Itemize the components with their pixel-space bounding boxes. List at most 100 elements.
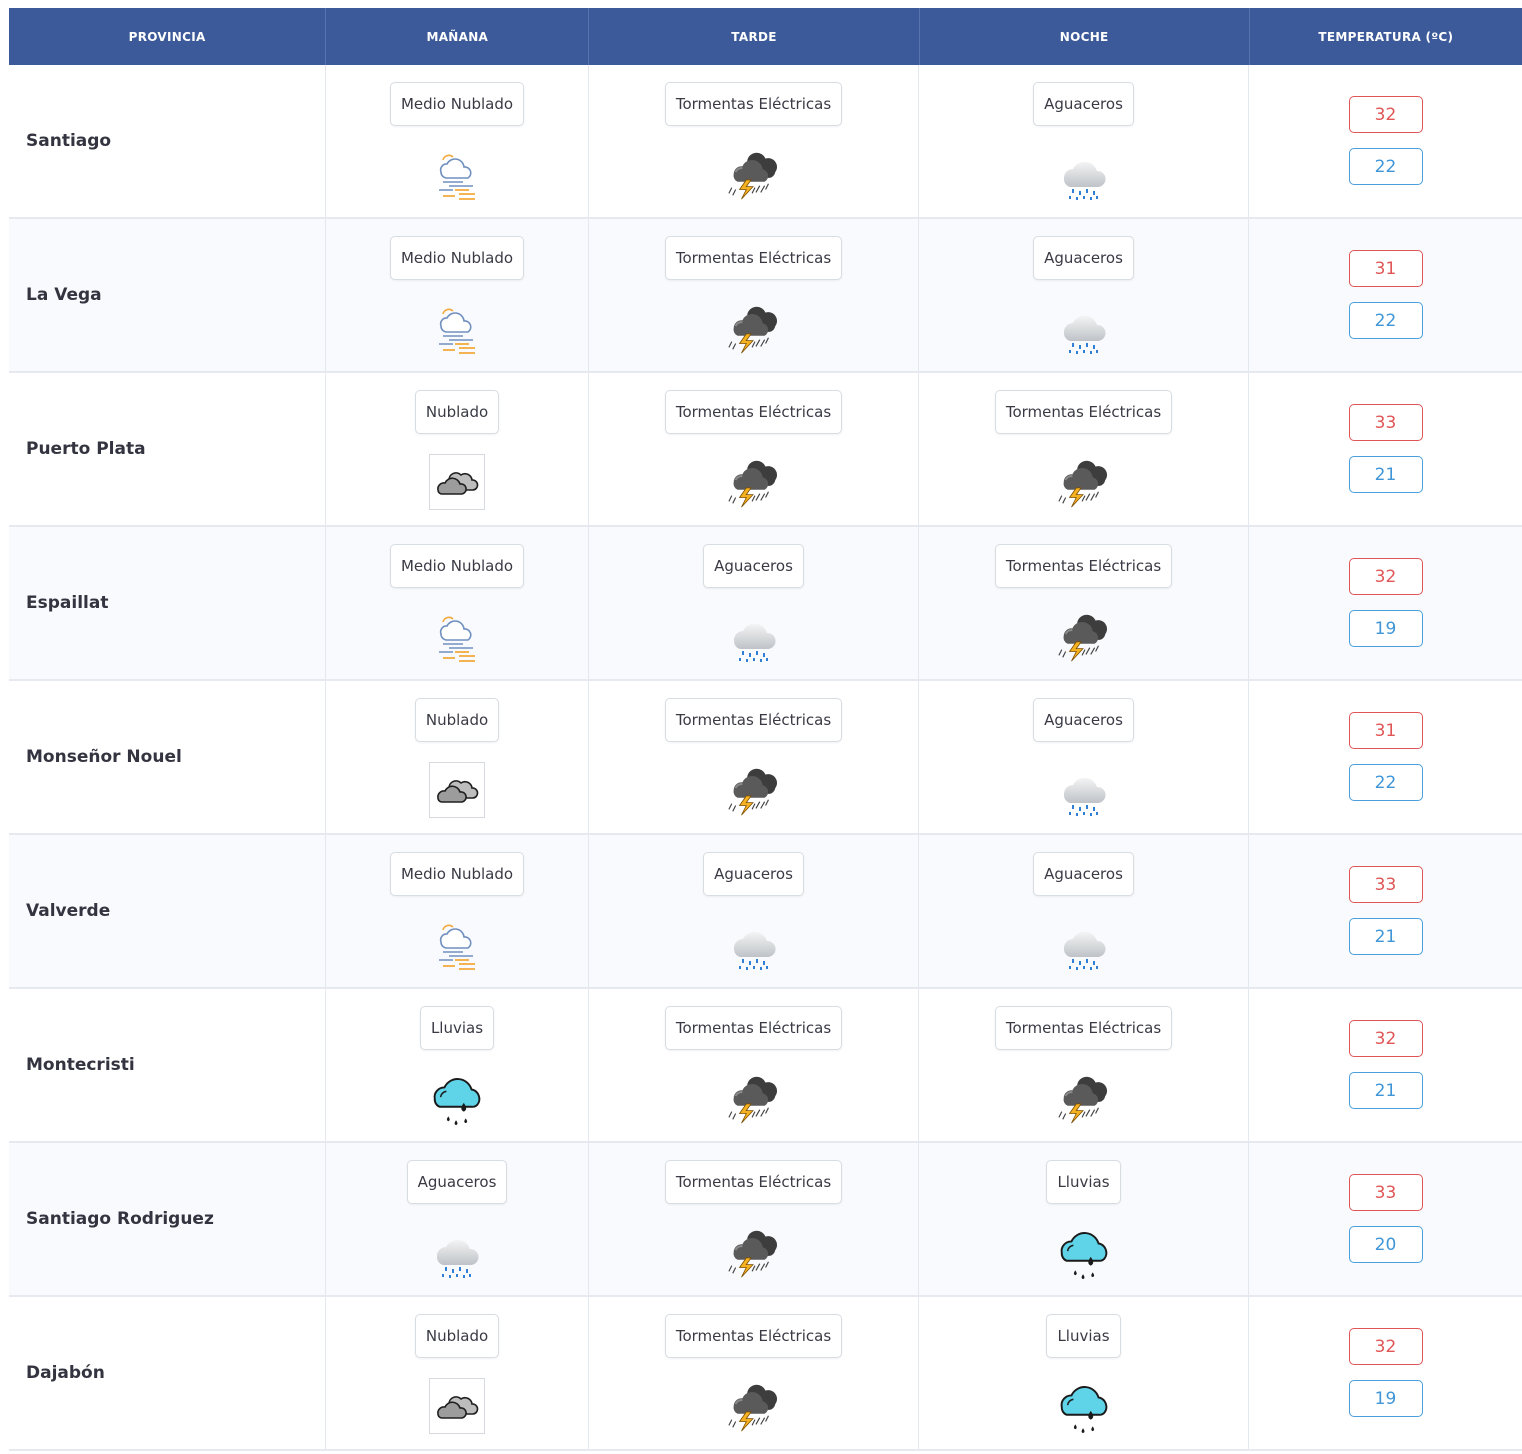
condition-label: Tormentas Eléctricas: [664, 698, 843, 742]
condition-label: Nublado: [414, 1314, 500, 1358]
table-row: Monseñor Nouel Nublado Tormentas Eléctric…: [9, 681, 1522, 835]
condition-cell-tarde: Tormentas Eléctricas: [589, 373, 919, 525]
max-temperature-badge: 33: [1348, 404, 1423, 441]
condition-cell-manana: Lluvias: [326, 989, 589, 1141]
temperature-cell: 31 22: [1249, 219, 1522, 371]
condition-cell-manana: Nublado: [326, 681, 589, 833]
condition-label: Tormentas Eléctricas: [994, 390, 1173, 434]
condition-cell-noche: Tormentas Eléctricas: [919, 989, 1249, 1141]
province-name: Valverde: [9, 835, 326, 987]
condition-cell-manana: Nublado: [326, 1297, 589, 1449]
table-row: Santiago Rodriguez Aguaceros Tormentas El…: [9, 1143, 1522, 1297]
min-temperature-badge: 21: [1348, 918, 1423, 955]
showers-icon: [1056, 764, 1112, 820]
condition-cell-noche: Tormentas Eléctricas: [919, 527, 1249, 679]
showers-icon: [726, 918, 782, 974]
condition-label: Nublado: [414, 698, 500, 742]
table-body: Santiago Medio Nublado Tormentas Eléctric…: [9, 65, 1522, 1451]
thunderstorm-icon: [726, 1226, 782, 1282]
condition-cell-noche: Aguaceros: [919, 681, 1249, 833]
condition-label: Aguaceros: [703, 544, 804, 588]
condition-cell-tarde: Tormentas Eléctricas: [589, 65, 919, 217]
condition-label: Aguaceros: [1033, 236, 1134, 280]
condition-label: Tormentas Eléctricas: [664, 1160, 843, 1204]
showers-icon: [1056, 302, 1112, 358]
max-temperature-badge: 31: [1348, 250, 1423, 287]
showers-icon: [429, 1226, 485, 1282]
thunderstorm-icon: [726, 148, 782, 204]
condition-label: Aguaceros: [1033, 852, 1134, 896]
condition-cell-noche: Aguaceros: [919, 65, 1249, 217]
province-name: Espaillat: [9, 527, 326, 679]
condition-label: Tormentas Eléctricas: [994, 1006, 1173, 1050]
condition-label: Aguaceros: [1033, 82, 1134, 126]
condition-label: Tormentas Eléctricas: [664, 1314, 843, 1358]
temperature-cell: 33 21: [1249, 835, 1522, 987]
condition-cell-tarde: Aguaceros: [589, 527, 919, 679]
thunderstorm-icon: [1056, 456, 1112, 512]
max-temperature-badge: 32: [1348, 1328, 1423, 1365]
thunderstorm-icon: [726, 302, 782, 358]
cloudy-icon: [429, 1378, 485, 1434]
min-temperature-badge: 22: [1348, 764, 1423, 801]
cloudy-icon: [429, 762, 485, 818]
max-temperature-badge: 31: [1348, 712, 1423, 749]
condition-label: Aguaceros: [703, 852, 804, 896]
table-row: La Vega Medio Nublado Tormentas Eléctrica…: [9, 219, 1522, 373]
table-row: Valverde Medio Nublado Aguaceros Aguacero…: [9, 835, 1522, 989]
condition-label: Tormentas Eléctricas: [664, 1006, 843, 1050]
table-row: Santiago Medio Nublado Tormentas Eléctric…: [9, 65, 1522, 219]
table-header: PROVINCIA MAÑANA TARDE NOCHE TEMPERATURA…: [9, 8, 1522, 65]
condition-cell-noche: Tormentas Eléctricas: [919, 373, 1249, 525]
forecast-table: PROVINCIA MAÑANA TARDE NOCHE TEMPERATURA…: [9, 8, 1522, 1451]
condition-cell-manana: Medio Nublado: [326, 527, 589, 679]
partly-cloudy-icon: [429, 148, 485, 204]
province-name: Monseñor Nouel: [9, 681, 326, 833]
header-manana: MAÑANA: [326, 8, 590, 65]
temperature-cell: 33 20: [1249, 1143, 1522, 1295]
condition-label: Medio Nublado: [389, 852, 525, 896]
province-name: Santiago: [9, 65, 326, 217]
thunderstorm-icon: [726, 456, 782, 512]
max-temperature-badge: 32: [1348, 558, 1423, 595]
condition-cell-noche: Lluvias: [919, 1143, 1249, 1295]
condition-cell-tarde: Tormentas Eléctricas: [589, 681, 919, 833]
thunderstorm-icon: [726, 764, 782, 820]
rain-icon: [1056, 1226, 1112, 1282]
condition-label: Aguaceros: [406, 1160, 508, 1204]
condition-label: Tormentas Eléctricas: [664, 390, 843, 434]
condition-cell-manana: Medio Nublado: [326, 835, 589, 987]
province-name: Puerto Plata: [9, 373, 326, 525]
condition-cell-tarde: Tormentas Eléctricas: [589, 219, 919, 371]
max-temperature-badge: 33: [1348, 1174, 1423, 1211]
max-temperature-badge: 32: [1348, 96, 1423, 133]
min-temperature-badge: 21: [1348, 456, 1423, 493]
partly-cloudy-icon: [429, 918, 485, 974]
condition-cell-noche: Lluvias: [919, 1297, 1249, 1449]
condition-cell-tarde: Tormentas Eléctricas: [589, 1297, 919, 1449]
temperature-cell: 32 21: [1249, 989, 1522, 1141]
condition-label: Nublado: [414, 390, 500, 434]
province-name: La Vega: [9, 219, 326, 371]
condition-label: Lluvias: [419, 1006, 495, 1050]
temperature-cell: 31 22: [1249, 681, 1522, 833]
min-temperature-badge: 19: [1348, 610, 1423, 647]
header-noche: NOCHE: [920, 8, 1250, 65]
condition-label: Medio Nublado: [389, 82, 525, 126]
condition-label: Aguaceros: [1033, 698, 1134, 742]
partly-cloudy-icon: [429, 610, 485, 666]
thunderstorm-icon: [1056, 610, 1112, 666]
showers-icon: [726, 610, 782, 666]
condition-cell-manana: Medio Nublado: [326, 65, 589, 217]
province-name: Montecristi: [9, 989, 326, 1141]
header-temperatura: TEMPERATURA (ºC): [1318, 29, 1454, 44]
condition-label: Lluvias: [1046, 1314, 1121, 1358]
condition-cell-manana: Medio Nublado: [326, 219, 589, 371]
showers-icon: [1056, 918, 1112, 974]
condition-cell-noche: Aguaceros: [919, 835, 1249, 987]
min-temperature-badge: 21: [1348, 1072, 1423, 1109]
min-temperature-badge: 20: [1348, 1226, 1423, 1263]
province-name: Santiago Rodriguez: [9, 1143, 326, 1295]
thunderstorm-icon: [726, 1380, 782, 1436]
min-temperature-badge: 22: [1348, 148, 1423, 185]
